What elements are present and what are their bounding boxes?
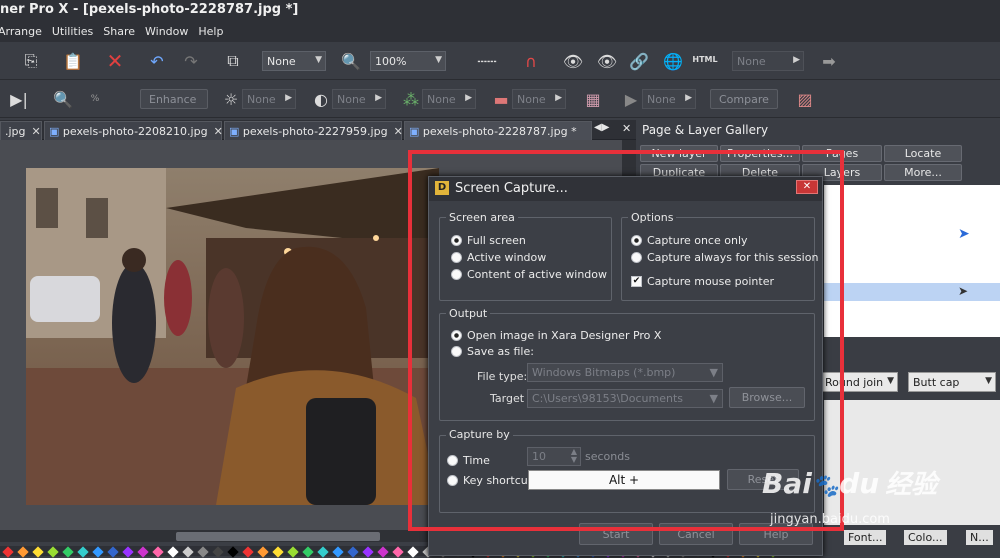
html-export-icon[interactable]: HTML bbox=[692, 48, 717, 70]
horizontal-scroll-thumb[interactable] bbox=[176, 532, 380, 541]
image-icon: ▣ bbox=[49, 125, 60, 138]
paste-icon[interactable]: 📋 bbox=[62, 50, 84, 72]
zoom-icon[interactable]: 🔍 bbox=[340, 50, 362, 72]
preview-icon[interactable]: 👁 bbox=[562, 50, 584, 72]
image-icon: ▣ bbox=[229, 125, 240, 138]
street-photo bbox=[26, 168, 439, 505]
eyedropper-icon[interactable]: 🔍 bbox=[52, 88, 74, 110]
locate-button[interactable]: Locate bbox=[884, 145, 962, 162]
menu-utilities[interactable]: Utilities bbox=[52, 22, 103, 42]
chevron-down-icon: ▼ bbox=[985, 376, 992, 386]
close-icon[interactable]: ✕ bbox=[32, 125, 41, 138]
transform-icon[interactable]: ⧉ bbox=[222, 50, 244, 72]
main-toolbar: ⎘ 📋 ✕ ↶ ↷ ⧉ None ▼ 🔍 100% ▼ ┄┄ ∩ 👁 👁 🔗 🌐 H… bbox=[0, 42, 1000, 80]
play-to-end-icon[interactable]: ▶| bbox=[8, 88, 30, 110]
pointer-icon: ➤ bbox=[958, 226, 970, 242]
layer-list[interactable] bbox=[824, 185, 1000, 337]
pointer-icon: ➤ bbox=[958, 284, 969, 298]
web-preview-icon[interactable]: 👁 bbox=[596, 50, 618, 72]
globe-icon[interactable]: 🌐 bbox=[662, 50, 684, 72]
chart-icon[interactable]: ▨ bbox=[794, 88, 816, 110]
menu-help[interactable]: Help bbox=[198, 22, 233, 42]
brightness-icon[interactable]: ☼ bbox=[220, 88, 242, 110]
close-icon[interactable]: ✕ bbox=[394, 125, 403, 138]
delete-icon[interactable]: ✕ bbox=[104, 49, 126, 73]
magnet-icon[interactable]: ∩ bbox=[520, 50, 542, 72]
close-icon[interactable]: ✕ bbox=[622, 122, 631, 135]
image-icon: ▣ bbox=[409, 125, 420, 138]
gallery-title: Page & Layer Gallery bbox=[642, 123, 769, 137]
tab-document-active[interactable]: ▣ pexels-photo-2228787.jpg * bbox=[404, 121, 592, 140]
saturation-dropdown[interactable]: None ▶ bbox=[422, 89, 476, 109]
chevron-right-icon: ▶ bbox=[465, 93, 472, 103]
watermark-logo: Bai🐾du 经验 bbox=[762, 467, 938, 500]
chevron-down-icon: ▼ bbox=[435, 55, 442, 65]
histogram-icon[interactable]: ▦ bbox=[582, 88, 604, 110]
chevron-right-icon: ▶ bbox=[793, 55, 800, 65]
menu-window[interactable]: Window bbox=[145, 22, 198, 42]
chevron-right-icon: ▶ bbox=[285, 93, 292, 103]
layer-selected-row[interactable] bbox=[824, 283, 1000, 301]
effect-dropdown[interactable]: None ▶ bbox=[642, 89, 696, 109]
menu-arrange[interactable]: Arrange bbox=[0, 22, 52, 42]
window-title: ner Pro X - [pexels-photo-2228787.jpg *] bbox=[0, 0, 1000, 22]
contrast-dropdown[interactable]: None ▶ bbox=[332, 89, 386, 109]
arrow-right-icon[interactable]: ➡ bbox=[818, 50, 840, 72]
chevron-down-icon: ▼ bbox=[887, 376, 894, 386]
quality-dropdown[interactable]: None ▼ bbox=[262, 51, 326, 71]
undo-icon[interactable]: ↶ bbox=[146, 50, 168, 72]
watermark-url: jingyan.baidu.com bbox=[770, 512, 890, 527]
more-button[interactable]: More... bbox=[884, 164, 962, 181]
saturation-icon[interactable]: ⁂ bbox=[400, 88, 422, 110]
menu-share[interactable]: Share bbox=[103, 22, 145, 42]
photo-toolbar: ▶| 🔍 % Enhance ☼ None ▶ ◐ None ▶ ⁂ None ▶ ▬… bbox=[0, 80, 1000, 118]
brightness-dropdown[interactable]: None ▶ bbox=[242, 89, 296, 109]
tab-nav-icon[interactable]: ◀▶ bbox=[594, 122, 609, 133]
enhance-button[interactable]: Enhance bbox=[140, 89, 208, 109]
temperature-icon[interactable]: ▬ bbox=[490, 88, 512, 110]
link-icon[interactable]: 🔗 bbox=[628, 50, 650, 72]
tab-document-2[interactable]: ▣ pexels-photo-2208210.jpg ✕ bbox=[44, 121, 223, 140]
percent-icon[interactable]: % bbox=[84, 88, 106, 110]
chevron-down-icon: ▼ bbox=[315, 55, 322, 65]
compare-button[interactable]: Compare bbox=[710, 89, 778, 109]
play-icon[interactable]: ▶ bbox=[620, 88, 642, 110]
copy-icon[interactable]: ⎘ bbox=[20, 50, 42, 72]
redo-icon[interactable]: ↷ bbox=[180, 50, 202, 72]
document-tabs: .jpg ✕ ▣ pexels-photo-2208210.jpg ✕ ▣ pexe… bbox=[0, 120, 640, 140]
close-icon[interactable]: ✕ bbox=[214, 125, 223, 138]
baidu-jingyan-watermark: Bai🐾du 经验 jingyan.baidu.com bbox=[748, 448, 1000, 538]
contrast-icon[interactable]: ◐ bbox=[310, 88, 332, 110]
temperature-dropdown[interactable]: None ▶ bbox=[512, 89, 566, 109]
tab-document-3[interactable]: ▣ pexels-photo-2227959.jpg ✕ bbox=[224, 121, 403, 140]
toolbar-right-dropdown[interactable]: None ▶ bbox=[732, 51, 804, 71]
paw-icon: 🐾 bbox=[811, 474, 840, 499]
line-cap-dropdown[interactable]: Butt cap ▼ bbox=[908, 372, 996, 392]
chevron-right-icon: ▶ bbox=[375, 93, 382, 103]
chevron-right-icon: ▶ bbox=[555, 93, 562, 103]
ruler-icon[interactable]: ┄┄ bbox=[470, 50, 504, 72]
zoom-dropdown[interactable]: 100% ▼ bbox=[370, 51, 446, 71]
chevron-right-icon: ▶ bbox=[685, 93, 692, 103]
photo-image[interactable] bbox=[26, 168, 439, 505]
menu-bar: Arrange Utilities Share Window Help bbox=[0, 22, 1000, 42]
tab-document-1[interactable]: .jpg ✕ bbox=[0, 121, 42, 140]
